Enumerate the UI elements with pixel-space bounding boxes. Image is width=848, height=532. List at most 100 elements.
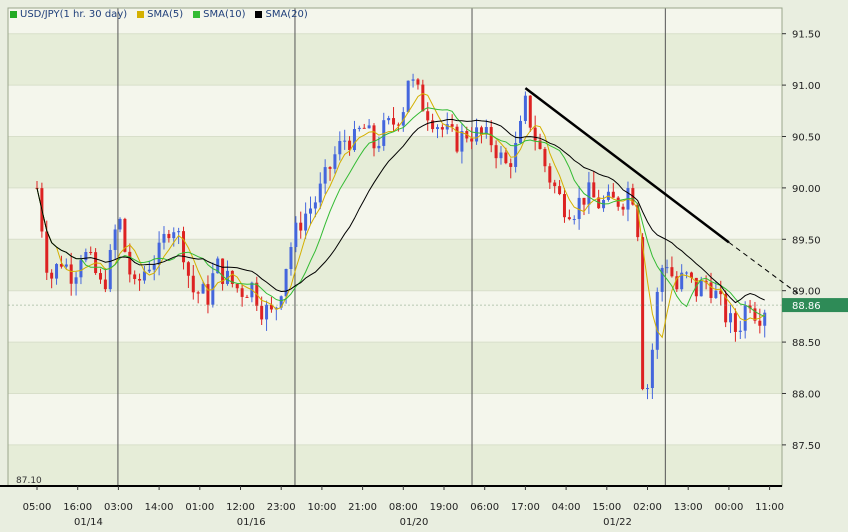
x-tick-label: 10:00 [307, 502, 336, 513]
candle-body [323, 167, 327, 184]
legend-item-sma5: SMA(5) [137, 9, 183, 20]
candle-body [562, 194, 566, 218]
x-tick-label: 03:00 [104, 502, 133, 513]
candle-body [611, 191, 615, 198]
candle-body [416, 79, 420, 85]
candle-body [289, 247, 293, 269]
candle-body [343, 140, 347, 142]
candle-body [572, 219, 576, 221]
candle-body [113, 229, 117, 250]
y-tick-label: 88.50 [792, 338, 821, 349]
candle-body [504, 152, 508, 164]
candle-body [509, 163, 513, 167]
candle-body [338, 141, 342, 155]
x-tick-label: 16:00 [63, 502, 92, 513]
x-tick-label: 11:00 [755, 502, 784, 513]
candle-body [118, 218, 122, 230]
legend-item-usdjpy: USD/JPY(1 hr. 30 day) [10, 9, 127, 20]
candle-body [372, 125, 376, 149]
plot-band [8, 33, 782, 86]
candle-body [377, 145, 381, 149]
candle-body [729, 313, 733, 323]
y-tick-label: 91.50 [792, 30, 821, 41]
plot-band [8, 393, 782, 445]
candle-body [587, 182, 591, 205]
candle-body [79, 260, 83, 278]
plot-band [8, 136, 782, 188]
legend-label-sma10: SMA(10) [203, 9, 246, 20]
candle-body [69, 264, 73, 284]
candle-body [548, 166, 552, 183]
date-label: 01/14 [74, 517, 103, 528]
candle-body [670, 267, 674, 277]
candle-body [206, 284, 210, 305]
candle-body [157, 242, 161, 265]
legend-label-usdjpy: USD/JPY(1 hr. 30 day) [20, 9, 128, 20]
x-tick-label: 02:00 [633, 502, 662, 513]
candle-body [367, 125, 371, 129]
candle-body [260, 305, 264, 320]
candle-body [89, 252, 93, 254]
x-tick-label: 17:00 [511, 502, 540, 513]
plot-band [8, 444, 782, 486]
x-tick-label: 05:00 [23, 502, 52, 513]
candle-body [133, 274, 137, 279]
candle-body [621, 206, 625, 210]
candle-body [738, 330, 742, 332]
candle-body [235, 283, 239, 289]
candle-body [352, 129, 356, 151]
x-tick-label: 14:00 [145, 502, 174, 513]
candle-body [553, 182, 557, 187]
candle-body [475, 127, 479, 142]
candle-body [45, 231, 49, 273]
date-label: 01/20 [400, 517, 429, 528]
candle-body [641, 237, 645, 390]
legend-swatch-sma10 [193, 11, 201, 18]
candle-body [284, 268, 288, 297]
candle-body [191, 275, 195, 293]
candle-body [470, 138, 474, 142]
x-tick-label: 01:00 [185, 502, 214, 513]
x-tick-label: 23:00 [267, 502, 296, 513]
candle-body [196, 292, 200, 294]
legend-label-sma20: SMA(20) [265, 9, 308, 20]
candle-body [714, 290, 718, 298]
candle-body [318, 183, 322, 203]
legend-swatch-sma20 [255, 11, 263, 18]
candle-body [328, 167, 332, 169]
x-tick-label: 15:00 [592, 502, 621, 513]
candle-body [733, 313, 737, 332]
candle-body [592, 182, 596, 198]
candle-body [84, 252, 88, 261]
candle-body [616, 197, 620, 207]
candle-body [294, 222, 298, 248]
plot-band [8, 342, 782, 394]
date-label: 01/22 [603, 517, 632, 528]
candle-body [333, 154, 337, 169]
candle-body [699, 280, 703, 297]
current-price-label: 88.86 [792, 301, 821, 312]
legend-item-sma20: SMA(20) [255, 9, 308, 20]
candle-body [392, 118, 396, 125]
candle-body [299, 222, 303, 231]
candle-body [558, 186, 562, 195]
candle-body [499, 152, 503, 159]
x-tick-label: 00:00 [714, 502, 743, 513]
candle-body [304, 213, 308, 231]
x-tick-label: 08:00 [389, 502, 418, 513]
candle-body [147, 269, 151, 272]
candle-body [313, 202, 317, 209]
candle-body [426, 111, 430, 121]
candle-body [98, 273, 102, 280]
date-label: 01/16 [237, 517, 266, 528]
candle-body [162, 233, 166, 243]
candle-body [362, 127, 366, 129]
candle-body [128, 251, 132, 275]
candle-body [186, 262, 190, 276]
plot-band [8, 85, 782, 137]
candle-body [357, 127, 361, 130]
chart-area: USD/JPY(1 hr. 30 day) SMA(5) SMA(10) SMA… [0, 0, 848, 528]
bottom-label: 87.10 [16, 476, 42, 486]
candle-body [265, 304, 269, 320]
candle-body [245, 296, 249, 298]
